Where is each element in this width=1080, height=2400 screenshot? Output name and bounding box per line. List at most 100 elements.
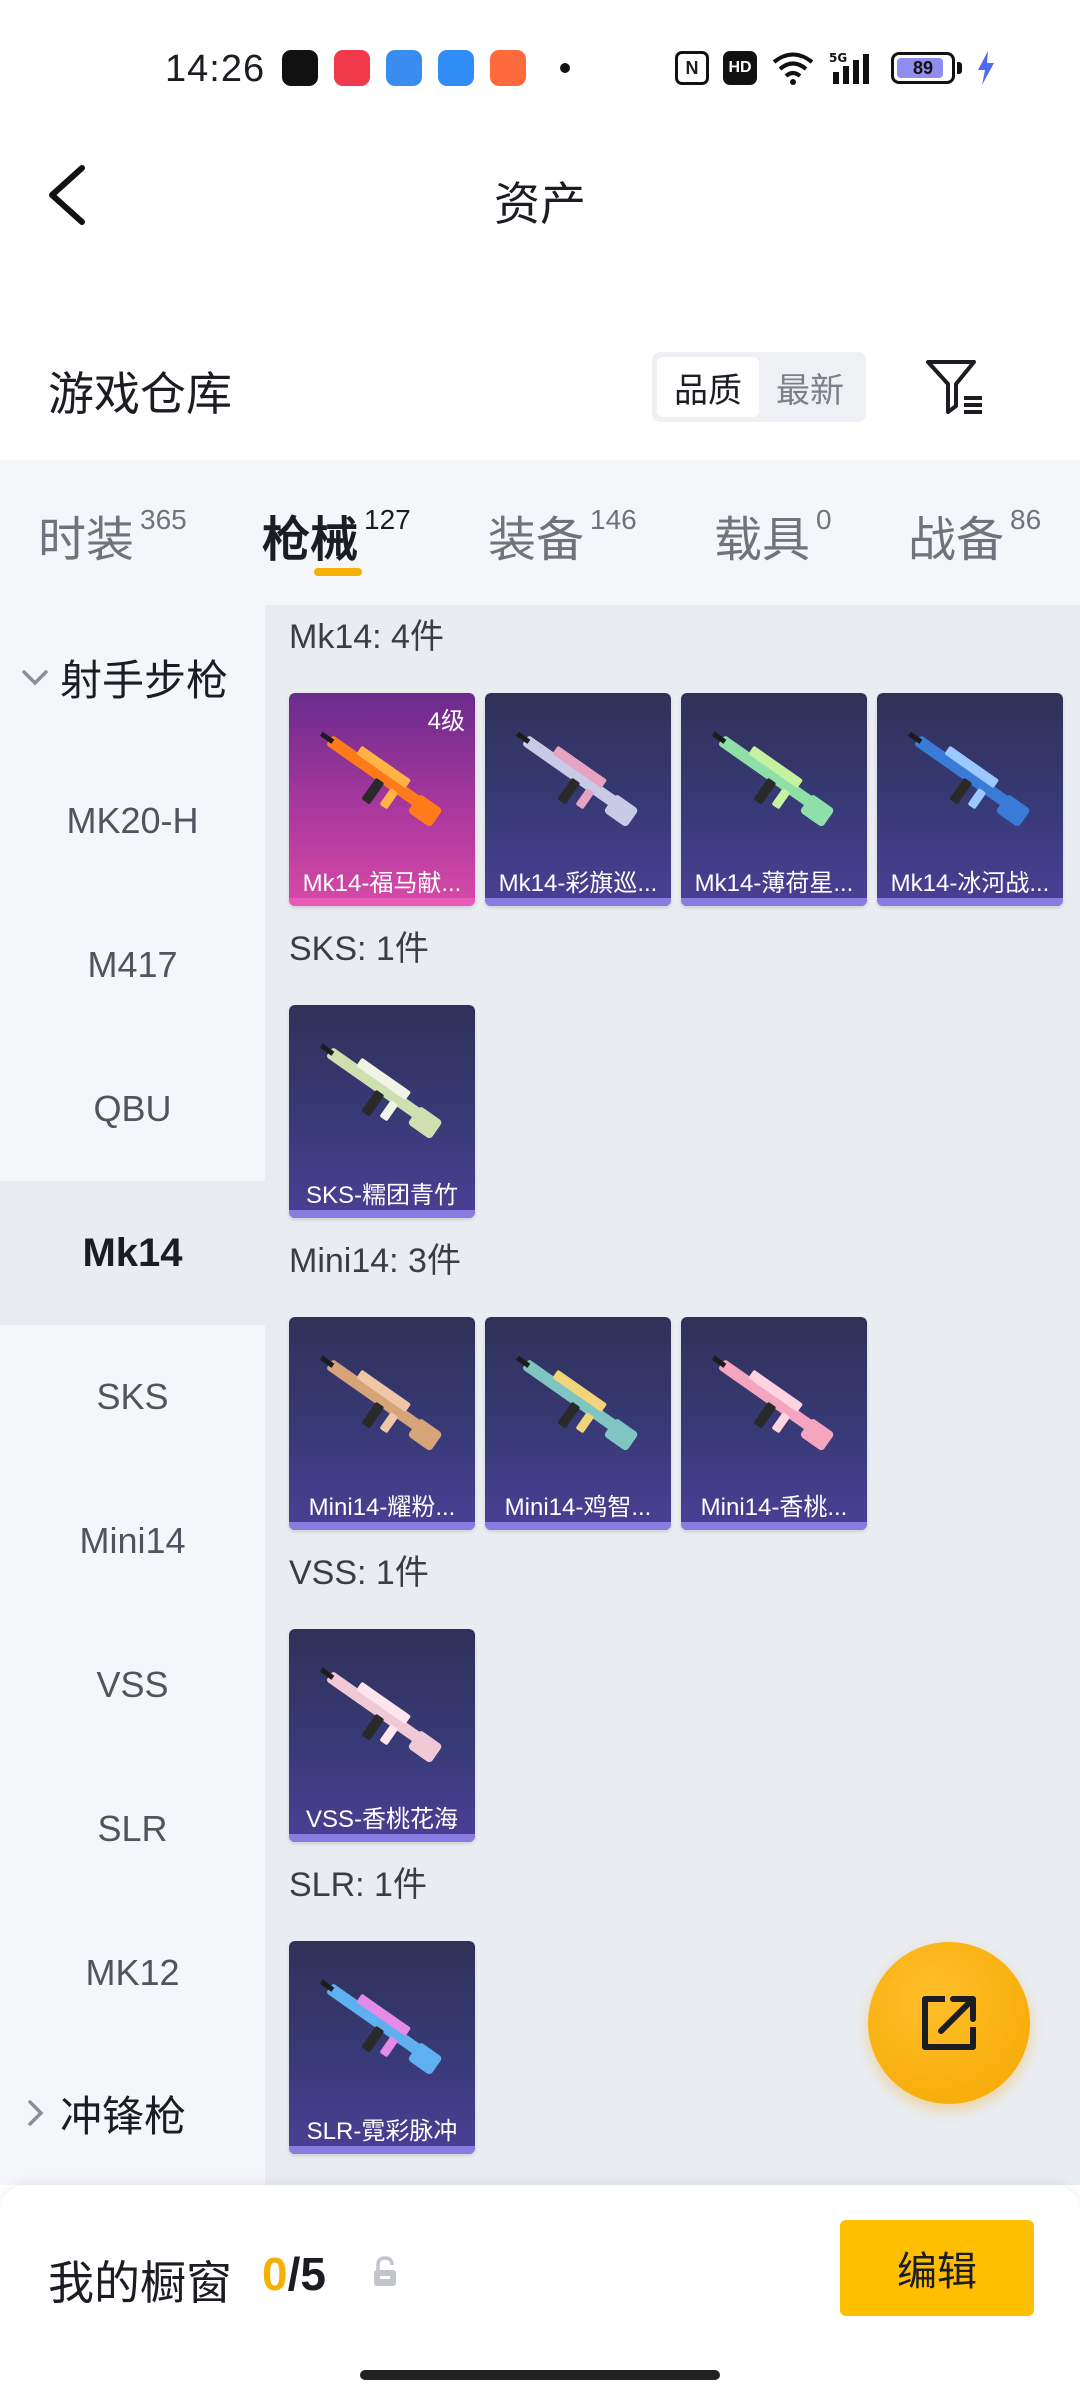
- weapon-skin-card[interactable]: Mini14-香桃...: [681, 1317, 867, 1530]
- weapon-skin-card[interactable]: VSS-香桃花海: [289, 1629, 475, 1842]
- warehouse-title: 游戏仓库: [48, 368, 232, 420]
- music-icon: [334, 50, 370, 86]
- sidebar-item-mk12[interactable]: MK12: [0, 1901, 265, 2045]
- sidebar-item-m417[interactable]: M417: [0, 893, 265, 1037]
- tab-weapons[interactable]: 枪械 127: [262, 500, 411, 570]
- showcase-bar: 我的橱窗 0/5 编辑: [0, 2185, 1080, 2400]
- chevron-down-icon: [22, 670, 48, 686]
- weapon-skin-card[interactable]: 4级 Mk14-福马献...: [289, 693, 475, 906]
- app-root: 14:26 N HD 5G 89 资产 游戏仓库 品质 最新 时装 365 枪械…: [0, 0, 1080, 2400]
- sidebar-item-slr[interactable]: SLR: [0, 1757, 265, 1901]
- battery-percent: 89: [912, 57, 934, 78]
- sort-toggle: 品质 最新: [652, 352, 866, 422]
- rarity-bar: [289, 898, 475, 906]
- skin-name: Mk14-福马献...: [302, 870, 462, 897]
- showcase-used: 0: [262, 2248, 288, 2300]
- tiktok-icon: [282, 50, 318, 86]
- weapon-skin-card[interactable]: Mk14-冰河战...: [877, 693, 1063, 906]
- weapon-skin-card[interactable]: Mk14-薄荷星...: [681, 693, 867, 906]
- rifle-skin-icon: [319, 1043, 442, 1139]
- system-indicators: N HD 5G 89: [675, 50, 996, 86]
- notification-icons: [282, 50, 570, 86]
- skin-level-badge: 4级: [427, 708, 465, 735]
- skin-name: Mini14-香桃...: [700, 1494, 848, 1521]
- skin-name: SLR-霓彩脉冲: [306, 2118, 458, 2145]
- home-indicator[interactable]: [360, 2370, 720, 2380]
- weapon-skin-card[interactable]: SLR-霓彩脉冲: [289, 1941, 475, 2154]
- showcase-label: 我的橱窗: [48, 2257, 232, 2309]
- status-time: 14:26: [165, 48, 266, 90]
- filter-button[interactable]: [922, 354, 986, 418]
- battery-icon: 89: [891, 52, 955, 84]
- share-external-icon: [922, 1996, 976, 2050]
- skin-name: Mini14-耀粉...: [308, 1494, 456, 1521]
- weapon-skin-card[interactable]: Mini14-鸡智...: [485, 1317, 671, 1530]
- rifle-skin-icon: [319, 1979, 442, 2075]
- skin-name: Mk14-冰河战...: [890, 870, 1050, 897]
- tab-fashion[interactable]: 时装 365: [38, 500, 187, 570]
- rarity-bar: [877, 898, 1063, 906]
- rarity-bar: [289, 1210, 475, 1218]
- weapon-skin-card[interactable]: Mk14-彩旗巡...: [485, 693, 671, 906]
- category-tabs: 时装 365 枪械 127 装备 146 载具 0 战备 86: [0, 460, 1080, 605]
- rarity-bar: [289, 2146, 475, 2154]
- skin-name: SKS-糯团青竹: [305, 1182, 458, 1209]
- rarity-bar: [485, 898, 671, 906]
- skin-name: Mk14-彩旗巡...: [498, 870, 658, 897]
- lock-icon: [374, 2256, 396, 2286]
- sidebar-item-mk14[interactable]: Mk14: [0, 1181, 265, 1325]
- battery-cap: [957, 62, 962, 74]
- weapon-skin-card[interactable]: SKS-糯团青竹: [289, 1005, 475, 1218]
- cellular-signal-icon: 5G: [829, 51, 869, 84]
- wifi-icon: [772, 52, 814, 85]
- edit-button[interactable]: 编辑: [840, 2220, 1034, 2316]
- section-title: SKS: 1件: [289, 930, 429, 968]
- sort-by-newest-button[interactable]: 最新: [759, 357, 861, 417]
- rifle-skin-icon: [907, 731, 1030, 827]
- warehouse-header: 游戏仓库 品质 最新: [0, 340, 1080, 460]
- rarity-bar: [289, 1522, 475, 1530]
- top-nav: 资产: [0, 140, 1080, 250]
- section-title: SLR: 1件: [289, 1866, 427, 1904]
- share-fab-button[interactable]: [868, 1942, 1030, 2104]
- tab-equipment[interactable]: 装备 146: [488, 500, 637, 570]
- network-type-label: 5G: [829, 51, 847, 65]
- browser-icon: [386, 50, 422, 86]
- weapon-type-sidebar: 射手步枪 冲锋枪 MK20-H M417 QBU Mk14 SKS Mini14 VSS SL…: [0, 605, 265, 2185]
- sidebar-group-smg[interactable]: 冲锋枪: [0, 2041, 265, 2185]
- skin-name: VSS-香桃花海: [305, 1806, 458, 1833]
- sidebar-group-label: 射手步枪: [60, 656, 229, 704]
- tab-count: 365: [140, 504, 187, 535]
- sidebar-item-mk20-h[interactable]: MK20-H: [0, 749, 265, 893]
- tab-count: 0: [816, 504, 832, 535]
- chevron-right-icon: [28, 2100, 44, 2126]
- tab-label: 枪械: [262, 514, 359, 567]
- tab-supplies[interactable]: 战备 86: [908, 500, 1041, 570]
- rarity-bar: [681, 898, 867, 906]
- nfc-icon: N: [675, 51, 709, 85]
- game-center-icon: [490, 50, 526, 86]
- rifle-skin-icon: [319, 1355, 442, 1451]
- sidebar-item-vss[interactable]: VSS: [0, 1613, 265, 1757]
- rifle-skin-icon: [319, 1667, 442, 1763]
- tab-count: 146: [590, 504, 637, 535]
- sidebar-group-marksman-rifles[interactable]: 射手步枪: [0, 605, 265, 749]
- sort-by-quality-button[interactable]: 品质: [657, 357, 759, 417]
- sidebar-item-mini14[interactable]: Mini14: [0, 1469, 265, 1613]
- tab-label: 载具: [714, 514, 811, 567]
- sidebar-item-qbu[interactable]: QBU: [0, 1037, 265, 1181]
- showcase-separator: /: [287, 2248, 301, 2300]
- sidebar-item-sks[interactable]: SKS: [0, 1325, 265, 1469]
- section-title: Mk14: 4件: [289, 618, 444, 656]
- tab-count: 86: [1010, 504, 1042, 535]
- weapon-skin-card[interactable]: Mini14-耀粉...: [289, 1317, 475, 1530]
- rarity-bar: [289, 1834, 475, 1842]
- tab-vehicles[interactable]: 载具 0: [714, 500, 832, 570]
- section-title: VSS: 1件: [289, 1554, 429, 1592]
- filter-icon: [926, 360, 982, 414]
- files-icon: [438, 50, 474, 86]
- status-bar: 14:26 N HD 5G 89: [0, 0, 1080, 140]
- showcase-max: 5: [300, 2248, 326, 2300]
- sidebar-group-label: 冲锋枪: [60, 2092, 187, 2140]
- rarity-bar: [681, 1522, 867, 1530]
